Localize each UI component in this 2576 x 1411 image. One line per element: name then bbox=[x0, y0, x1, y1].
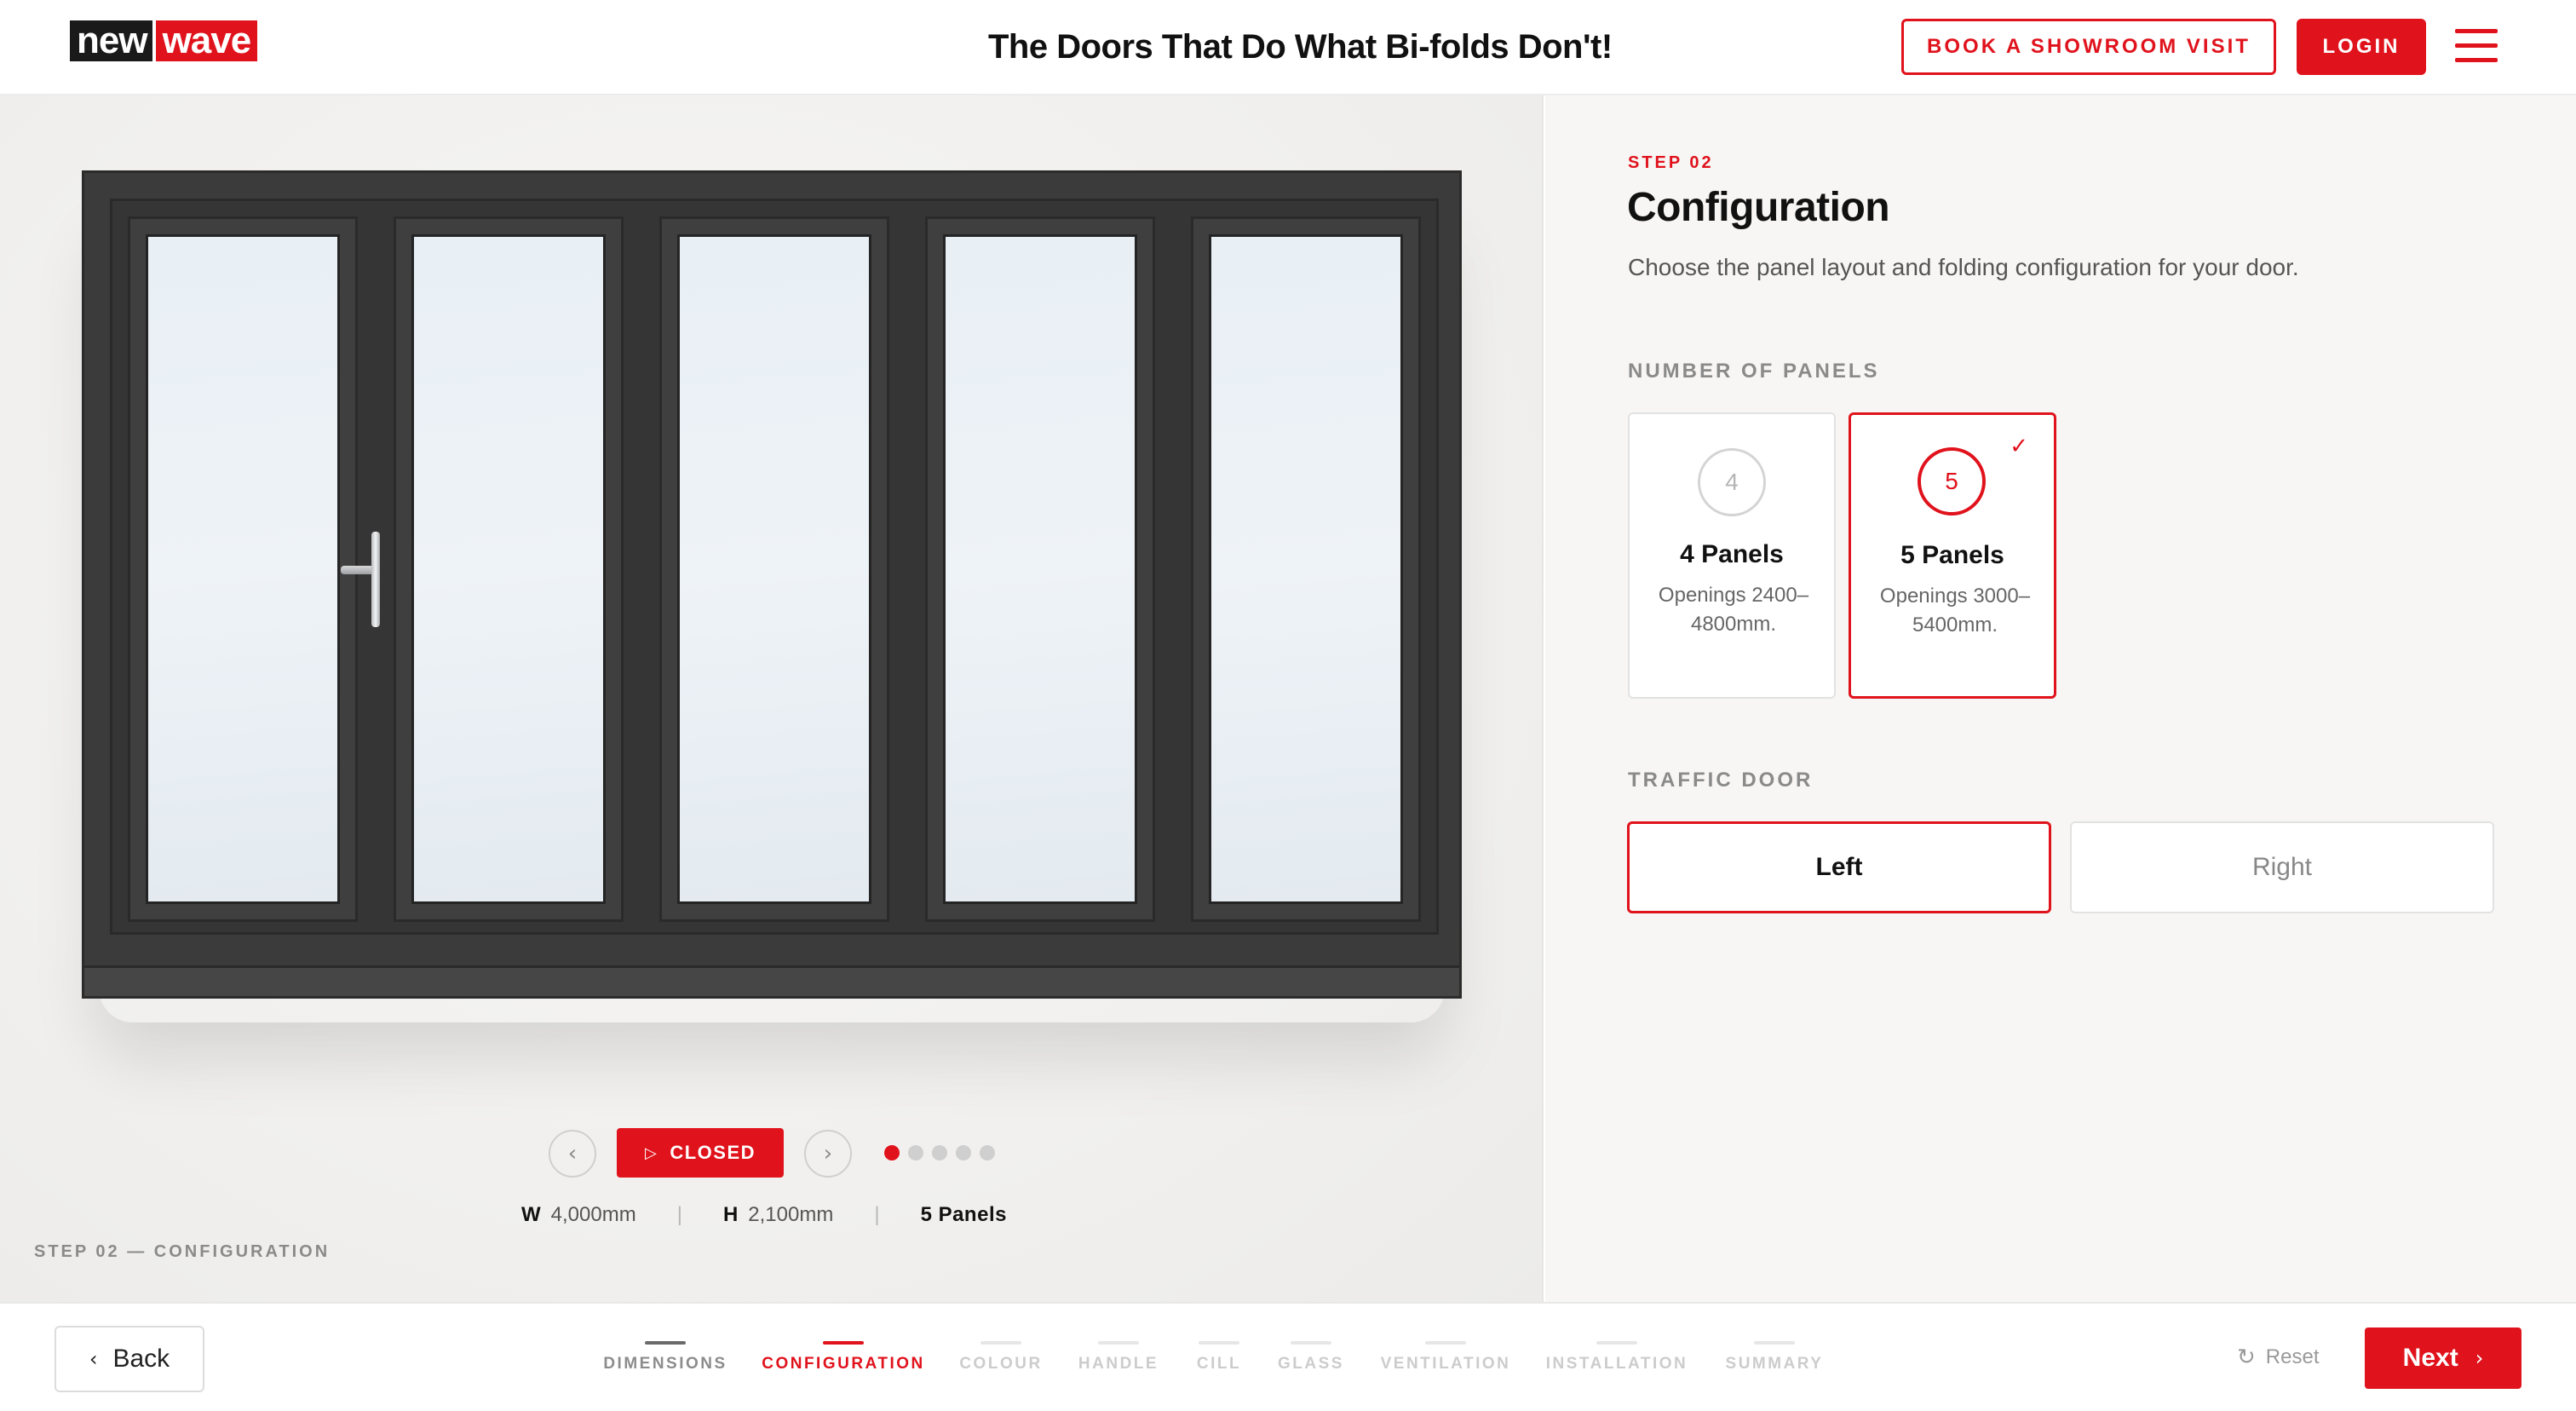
hamburger-line bbox=[2455, 43, 2498, 48]
panels-section-label: NUMBER OF PANELS bbox=[1628, 360, 1880, 383]
view-dot[interactable] bbox=[908, 1145, 923, 1160]
door-sill bbox=[84, 965, 1459, 996]
open-close-toggle[interactable]: ▷ CLOSED bbox=[617, 1128, 784, 1178]
hamburger-line bbox=[2455, 29, 2498, 33]
traffic-door-right-button[interactable]: Right bbox=[2070, 821, 2494, 913]
door-preview: ‹ ▷ CLOSED › W 4,000mm | H 2,100mm | 5 P… bbox=[0, 95, 1544, 1302]
wizard-footer: ‹ Back DIMENSIONS CONFIGURATION COLOUR HAND… bbox=[0, 1302, 2576, 1411]
step-indicator bbox=[1754, 1341, 1795, 1345]
step-label: CONFIGURATION bbox=[762, 1355, 925, 1373]
panels-value: 5 Panels bbox=[920, 1203, 1007, 1226]
door-panel bbox=[659, 216, 889, 922]
door-glass bbox=[677, 234, 871, 904]
next-label: Next bbox=[2402, 1344, 2458, 1372]
page-description: Choose the panel layout and folding conf… bbox=[1628, 254, 2299, 280]
traffic-door-left-button[interactable]: Left bbox=[1627, 821, 2051, 913]
door-panel bbox=[128, 216, 358, 922]
height-value: 2,100mm bbox=[748, 1203, 834, 1226]
step-label: GLASS bbox=[1278, 1355, 1344, 1373]
door-inner-frame bbox=[110, 199, 1439, 935]
reset-button[interactable]: ↻ Reset bbox=[2237, 1345, 2320, 1370]
step-caption: STEP 02 — CONFIGURATION bbox=[34, 1242, 331, 1261]
step-label: INSTALLATION bbox=[1545, 1355, 1688, 1373]
step-label: SUMMARY bbox=[1725, 1355, 1824, 1373]
hamburger-icon[interactable] bbox=[2455, 29, 2498, 63]
configuration-panel: STEP 02 Configuration Choose the panel l… bbox=[1545, 95, 2576, 1302]
step-progress: DIMENSIONS CONFIGURATION COLOUR HANDLE CILL G… bbox=[0, 1341, 2576, 1384]
panel-option-name: 5 Panels bbox=[1900, 541, 2004, 569]
step-indicator bbox=[645, 1341, 686, 1345]
tagline: The Doors That Do What Bi-folds Don't! bbox=[988, 28, 1613, 66]
width-value: 4,000mm bbox=[550, 1203, 636, 1226]
step-label: VENTILATION bbox=[1380, 1355, 1511, 1373]
step-installation[interactable]: INSTALLATION bbox=[1532, 1341, 1702, 1384]
divider: | bbox=[874, 1203, 880, 1226]
step-ventilation[interactable]: VENTILATION bbox=[1360, 1341, 1531, 1384]
panel-option-openings: Openings 3000–5400mm. bbox=[1879, 585, 2031, 636]
step-indicator bbox=[1596, 1341, 1637, 1345]
handle-plate bbox=[371, 532, 380, 627]
panel-option-5[interactable]: ✓ 5 5 Panels Openings 3000–5400mm. bbox=[1849, 412, 2056, 699]
dimensions-summary: W 4,000mm | H 2,100mm | 5 Panels bbox=[521, 1200, 1118, 1230]
chevron-right-icon: › bbox=[2475, 1346, 2484, 1370]
chevron-left-icon: ‹ bbox=[567, 1141, 578, 1166]
divider: | bbox=[676, 1203, 682, 1226]
panel-number: 4 bbox=[1698, 448, 1766, 516]
panel-option-openings: Openings 2400–4800mm. bbox=[1658, 584, 1809, 636]
play-icon: ▷ bbox=[644, 1143, 658, 1162]
door-handle-icon bbox=[341, 532, 388, 627]
step-indicator bbox=[980, 1341, 1021, 1345]
step-indicator bbox=[1098, 1341, 1139, 1345]
panel-option-name: 4 Panels bbox=[1680, 540, 1784, 568]
traffic-section-label: TRAFFIC DOOR bbox=[1628, 769, 1814, 792]
logo-wave: wave bbox=[152, 20, 258, 61]
step-label: DIMENSIONS bbox=[603, 1355, 727, 1373]
step-indicator bbox=[1291, 1341, 1331, 1345]
door-panel bbox=[925, 216, 1155, 922]
preview-controls: ‹ ▷ CLOSED › bbox=[549, 1128, 1026, 1178]
view-dot[interactable] bbox=[932, 1145, 947, 1160]
height-label: H bbox=[722, 1203, 739, 1226]
panel-number: 5 bbox=[1918, 447, 1986, 515]
view-dot[interactable] bbox=[956, 1145, 971, 1160]
door-frame bbox=[82, 170, 1462, 999]
page-title: Configuration bbox=[1627, 185, 1890, 230]
door-panel bbox=[394, 216, 624, 922]
view-dot[interactable] bbox=[884, 1145, 900, 1160]
view-dot[interactable] bbox=[980, 1145, 995, 1160]
step-label: COLOUR bbox=[959, 1355, 1043, 1373]
reset-icon: ↻ bbox=[2237, 1345, 2256, 1370]
chevron-right-icon: › bbox=[823, 1141, 833, 1166]
newwave-logo[interactable]: new wave bbox=[70, 20, 258, 61]
step-indicator bbox=[823, 1341, 864, 1345]
book-showroom-button[interactable]: BOOK A SHOWROOM VISIT bbox=[1901, 19, 2276, 75]
login-button[interactable]: LOGIN bbox=[2297, 19, 2426, 75]
panel-option-4[interactable]: 4 4 Panels Openings 2400–4800mm. bbox=[1628, 412, 1836, 699]
view-dots bbox=[884, 1145, 995, 1160]
prev-view-button[interactable]: ‹ bbox=[549, 1130, 596, 1178]
door-glass bbox=[146, 234, 340, 904]
site-header: new wave The Doors That Do What Bi-folds… bbox=[0, 0, 2576, 95]
logo-new: new bbox=[70, 20, 152, 61]
door-glass bbox=[1209, 234, 1403, 904]
door-panel bbox=[1191, 216, 1421, 922]
step-configuration[interactable]: CONFIGURATION bbox=[758, 1341, 929, 1384]
step-dimensions[interactable]: DIMENSIONS bbox=[580, 1341, 750, 1384]
door-illustration bbox=[82, 170, 1462, 999]
step-indicator bbox=[1425, 1341, 1466, 1345]
hamburger-line bbox=[2455, 58, 2498, 62]
step-label: STEP 02 bbox=[1628, 153, 1714, 172]
width-label: W bbox=[521, 1203, 541, 1226]
check-icon: ✓ bbox=[2010, 434, 2028, 459]
next-view-button[interactable]: › bbox=[804, 1130, 852, 1178]
door-glass bbox=[943, 234, 1137, 904]
door-glass bbox=[411, 234, 606, 904]
toggle-label: CLOSED bbox=[670, 1142, 756, 1163]
step-summary[interactable]: SUMMARY bbox=[1689, 1341, 1860, 1384]
next-button[interactable]: Next › bbox=[2365, 1327, 2521, 1389]
reset-label: Reset bbox=[2265, 1345, 2320, 1368]
